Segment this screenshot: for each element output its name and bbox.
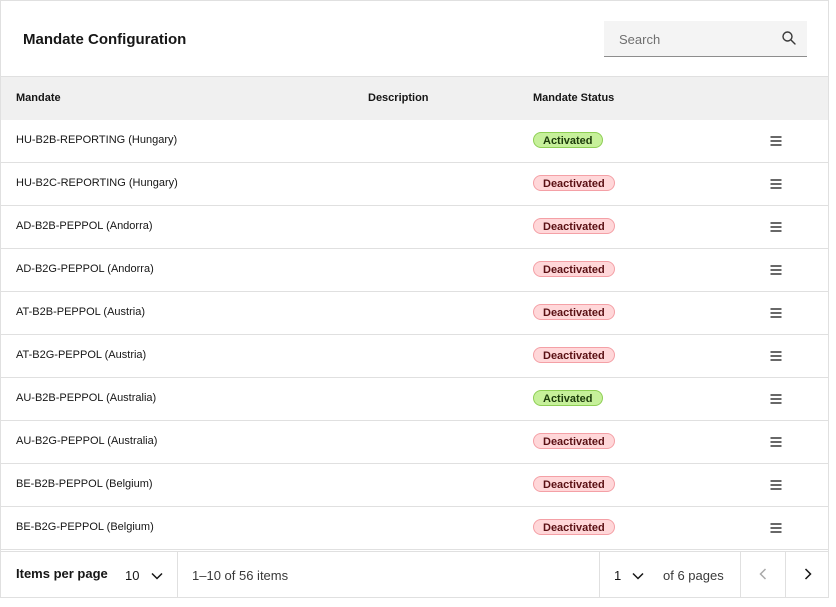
chevron-down-icon[interactable] — [150, 569, 164, 583]
items-per-page-label: Items per page — [16, 566, 108, 581]
mandate-cell: BE-B2B-PEPPOL (Belgium) — [16, 478, 153, 490]
mandate-configuration-panel: Mandate Configuration Search Mandate Des… — [0, 0, 829, 598]
table-row[interactable]: AD-B2B-PEPPOL (Andorra) Deactivated — [1, 206, 828, 249]
status-badge: Deactivated — [533, 433, 615, 449]
status-badge: Activated — [533, 132, 603, 148]
status-badge: Deactivated — [533, 261, 615, 277]
status-badge: Deactivated — [533, 476, 615, 492]
table-row[interactable]: AT-B2G-PEPPOL (Austria) Deactivated — [1, 335, 828, 378]
search-input[interactable]: Search — [604, 21, 807, 57]
pagination-bar: Items per page 10 1–10 of 56 items 1 of … — [1, 551, 828, 597]
column-header-status[interactable]: Mandate Status — [533, 92, 614, 104]
status-badge: Activated — [533, 390, 603, 406]
panel-header: Mandate Configuration Search — [1, 1, 828, 76]
page-select[interactable]: 1 — [614, 568, 621, 583]
chevron-left-icon — [759, 568, 767, 580]
mandate-cell: AU-B2B-PEPPOL (Australia) — [16, 392, 157, 404]
divider — [177, 552, 178, 597]
overflow-menu-icon[interactable] — [769, 478, 783, 492]
table-row[interactable]: BE-B2B-PEPPOL (Belgium) Deactivated — [1, 464, 828, 507]
overflow-menu-icon[interactable] — [769, 435, 783, 449]
table-header: Mandate Description Mandate Status — [1, 76, 828, 120]
table-row[interactable]: AU-B2B-PEPPOL (Australia) Activated — [1, 378, 828, 421]
status-badge: Deactivated — [533, 304, 615, 320]
table-row[interactable]: HU-B2C-REPORTING (Hungary) Deactivated — [1, 163, 828, 206]
overflow-menu-icon[interactable] — [769, 392, 783, 406]
table-row[interactable]: AD-B2G-PEPPOL (Andorra) Deactivated — [1, 249, 828, 292]
previous-page-button[interactable] — [741, 552, 785, 597]
mandate-cell: AD-B2G-PEPPOL (Andorra) — [16, 263, 154, 275]
status-badge: Deactivated — [533, 347, 615, 363]
total-pages: of 6 pages — [663, 568, 724, 583]
status-badge: Deactivated — [533, 218, 615, 234]
overflow-menu-icon[interactable] — [769, 349, 783, 363]
table-row[interactable]: BE-B2G-PEPPOL (Belgium) Deactivated — [1, 507, 828, 550]
mandate-cell: AD-B2B-PEPPOL (Andorra) — [16, 220, 153, 232]
search-placeholder: Search — [619, 32, 661, 47]
overflow-menu-icon[interactable] — [769, 306, 783, 320]
mandate-cell: AT-B2B-PEPPOL (Austria) — [16, 306, 145, 318]
overflow-menu-icon[interactable] — [769, 263, 783, 277]
overflow-menu-icon[interactable] — [769, 521, 783, 535]
status-badge: Deactivated — [533, 175, 615, 191]
table-row[interactable]: AU-B2G-PEPPOL (Australia) Deactivated — [1, 421, 828, 464]
column-header-description[interactable]: Description — [368, 92, 429, 104]
chevron-down-icon[interactable] — [631, 569, 645, 583]
chevron-right-icon — [804, 568, 812, 580]
mandate-cell: AU-B2G-PEPPOL (Australia) — [16, 435, 158, 447]
mandate-cell: AT-B2G-PEPPOL (Austria) — [16, 349, 147, 361]
overflow-menu-icon[interactable] — [769, 177, 783, 191]
items-range: 1–10 of 56 items — [192, 568, 289, 583]
items-per-page-select[interactable]: 10 — [125, 568, 139, 583]
next-page-button[interactable] — [786, 552, 830, 597]
search-icon[interactable] — [781, 30, 797, 46]
mandate-cell: BE-B2G-PEPPOL (Belgium) — [16, 521, 154, 533]
overflow-menu-icon[interactable] — [769, 134, 783, 148]
divider — [599, 552, 600, 597]
overflow-menu-icon[interactable] — [769, 220, 783, 234]
mandate-cell: HU-B2C-REPORTING (Hungary) — [16, 177, 178, 189]
mandate-cell: HU-B2B-REPORTING (Hungary) — [16, 134, 178, 146]
table-row[interactable]: AT-B2B-PEPPOL (Austria) Deactivated — [1, 292, 828, 335]
page-title: Mandate Configuration — [23, 31, 187, 48]
column-header-mandate[interactable]: Mandate — [16, 92, 61, 104]
status-badge: Deactivated — [533, 519, 615, 535]
table-row[interactable]: HU-B2B-REPORTING (Hungary) Activated — [1, 120, 828, 163]
